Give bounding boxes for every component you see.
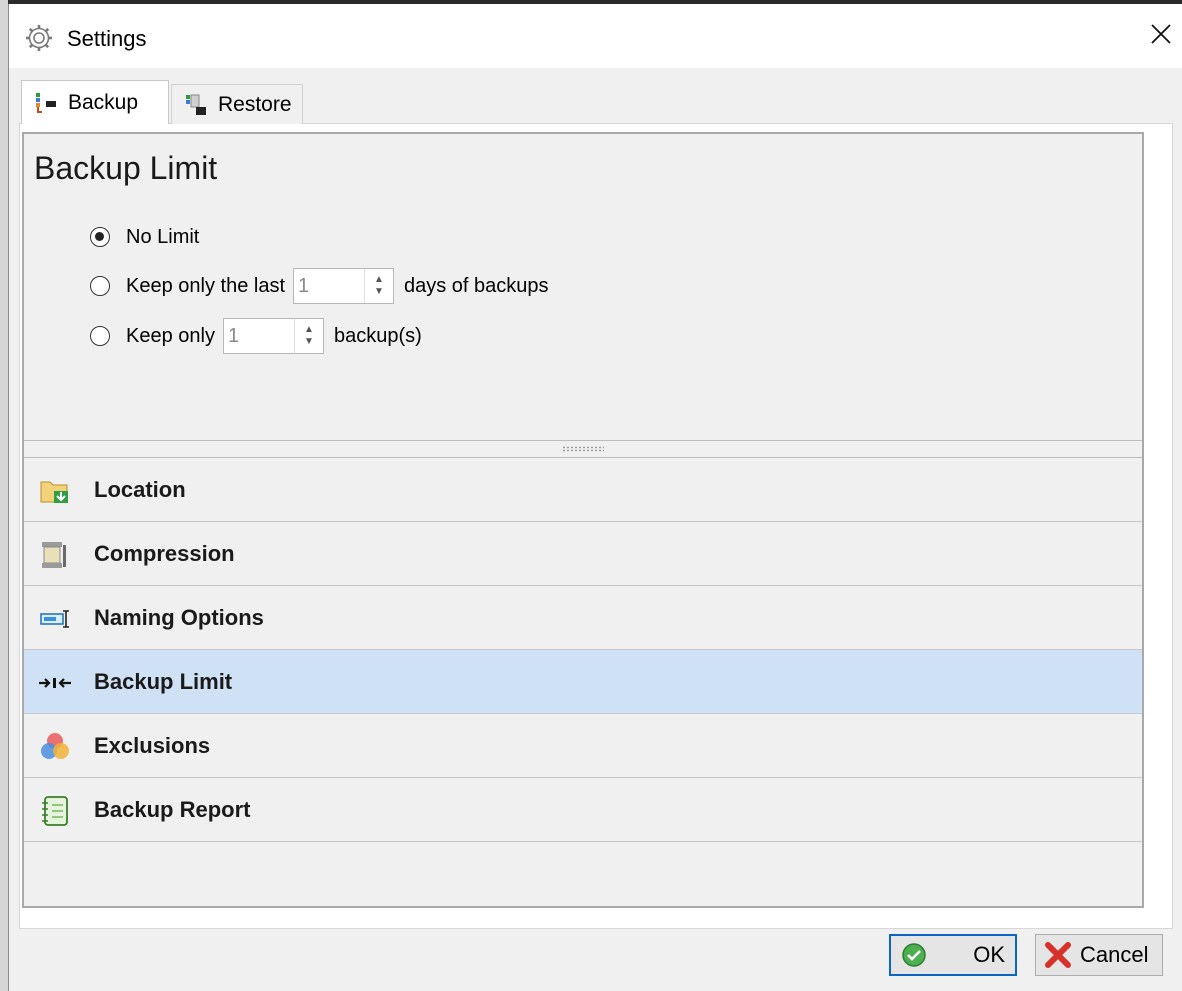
count-stepper: ▲ ▼ (222, 318, 324, 354)
splitter-handle[interactable] (24, 440, 1142, 458)
limit-arrows-icon (38, 666, 72, 700)
keep-count-radio[interactable] (90, 326, 110, 346)
venn-circles-icon (38, 730, 72, 764)
option-keep-count: Keep only ▲ ▼ backup(s) (90, 318, 422, 354)
ok-button[interactable]: OK (889, 934, 1017, 976)
desktop-edge-left (0, 0, 8, 991)
tab-restore[interactable]: Restore (171, 84, 303, 124)
restore-tab-icon (184, 93, 208, 117)
nav-label: Backup Report (94, 796, 251, 822)
cancel-label: Cancel (1080, 942, 1149, 967)
option-keep-days: Keep only the last ▲ ▼ days of backups (90, 268, 549, 304)
page-title: Backup Limit (34, 150, 218, 186)
nav-item-location[interactable]: Location (24, 458, 1142, 522)
count-input[interactable] (223, 319, 294, 353)
nav-item-compression[interactable]: Compression (24, 522, 1142, 586)
tab-backup[interactable]: Backup (21, 80, 169, 124)
red-x-icon (1044, 941, 1072, 969)
nav-label: Naming Options (94, 604, 264, 630)
spin-down-icon[interactable]: ▼ (374, 286, 384, 298)
keep-days-label-after: days of backups (404, 274, 549, 297)
option-no-limit: No Limit (90, 223, 199, 251)
ok-label: OK (973, 942, 1005, 967)
spin-up-icon[interactable]: ▲ (374, 274, 384, 286)
count-spin-arrows[interactable]: ▲ ▼ (293, 319, 323, 353)
grip-dots-icon (562, 446, 604, 452)
no-limit-label: No Limit (126, 225, 200, 248)
days-input[interactable] (294, 269, 364, 303)
rename-field-icon (38, 602, 72, 636)
close-icon (1150, 23, 1172, 50)
nav-item-backup-limit[interactable]: Backup Limit (24, 650, 1142, 714)
days-stepper: ▲ ▼ (293, 268, 394, 304)
nav-label: Location (94, 476, 186, 502)
tab-backup-label: Backup (68, 90, 139, 114)
nav-label: Exclusions (94, 732, 211, 758)
gear-icon (25, 24, 53, 52)
folder-arrow-icon (38, 474, 72, 508)
backup-limit-page: Backup Limit No Limit Keep only the last… (24, 134, 1142, 440)
days-spin-arrows[interactable]: ▲ ▼ (364, 269, 393, 303)
settings-panel: Backup Limit No Limit Keep only the last… (22, 132, 1144, 908)
spin-up-icon[interactable]: ▲ (304, 324, 314, 336)
title-bar: Settings (9, 4, 1182, 68)
vise-icon (38, 538, 72, 572)
keep-count-label-after: backup(s) (333, 324, 422, 347)
window-title: Settings (67, 26, 147, 51)
spin-down-icon[interactable]: ▼ (304, 336, 314, 348)
nav-label: Compression (94, 540, 235, 566)
tab-restore-label: Restore (218, 92, 292, 116)
nav-item-backup-report[interactable]: Backup Report (24, 778, 1142, 842)
no-limit-radio[interactable] (90, 227, 110, 247)
check-circle-icon (901, 942, 927, 968)
nav-item-naming-options[interactable]: Naming Options (24, 586, 1142, 650)
keep-days-radio[interactable] (90, 276, 110, 296)
nav-label: Backup Limit (94, 668, 233, 694)
backup-tab-icon (34, 92, 58, 114)
keep-days-label-before: Keep only the last (126, 274, 285, 297)
nav-item-exclusions[interactable]: Exclusions (24, 714, 1142, 778)
close-button[interactable] (1139, 14, 1182, 58)
cancel-button[interactable]: Cancel (1035, 934, 1163, 976)
notebook-icon (38, 794, 72, 828)
keep-count-label-before: Keep only (126, 324, 215, 347)
